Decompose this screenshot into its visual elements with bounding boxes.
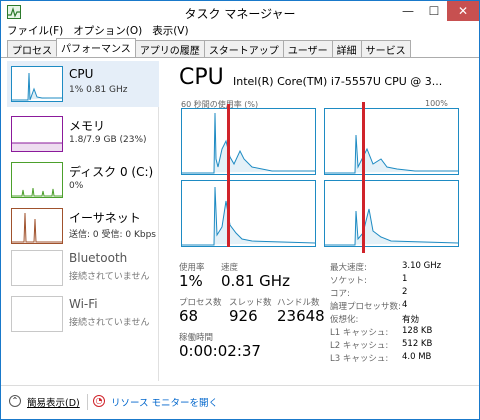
tab-performance[interactable]: パフォーマンス xyxy=(56,38,136,57)
sidebar-item-sub: 1.8/7.9 GB (23%) xyxy=(69,135,147,145)
property-row: L1 キャッシュ: 128 KB xyxy=(330,326,460,338)
tab-users[interactable]: ユーザー xyxy=(282,40,333,57)
memory-graph-icon xyxy=(11,116,63,152)
sidebar-item-label: イーサネット xyxy=(69,211,141,225)
property-key: L3 キャッシュ: xyxy=(330,354,389,364)
property-key: 最大速度: xyxy=(330,263,367,273)
property-value: 2 xyxy=(402,287,408,297)
cpu-core-graph xyxy=(324,108,459,175)
red-marker-line xyxy=(362,102,365,253)
menu-bar: ファイル(F) オプション(O) 表示(V) xyxy=(1,23,479,39)
task-manager-window: タスク マネージャー — ☐ ✕ ファイル(F) オプション(O) 表示(V) … xyxy=(0,0,480,420)
thread-count-value: 926 xyxy=(229,307,258,325)
menu-options[interactable]: オプション(O) xyxy=(73,23,142,39)
property-row: コア: 2 xyxy=(330,287,460,299)
fewer-details-link[interactable]: 簡易表示(D) xyxy=(27,395,80,409)
usage-value: 1% xyxy=(179,272,203,290)
page-title: CPU xyxy=(179,65,224,90)
sidebar-item-sub: 接続されていません xyxy=(69,272,150,282)
property-value: 1 xyxy=(402,274,408,284)
wifi-graph-icon xyxy=(11,296,63,332)
sidebar-item-sub: 接続されていません xyxy=(69,318,150,328)
resource-monitor-icon[interactable]: ◔ xyxy=(93,395,105,407)
disk-graph-icon xyxy=(11,162,63,198)
property-row: ソケット: 1 xyxy=(330,274,460,286)
property-value: 4.0 MB xyxy=(402,352,432,362)
bluetooth-graph-icon xyxy=(11,250,63,286)
property-key: ソケット: xyxy=(330,276,367,286)
sidebar-item-label: Bluetooth xyxy=(69,251,128,265)
sidebar-item-disk[interactable]: ディスク 0 (C:) 0% xyxy=(7,157,159,203)
menu-file[interactable]: ファイル(F) xyxy=(7,23,63,39)
sidebar-item-wifi[interactable]: Wi-Fi 接続されていません xyxy=(7,291,159,337)
sidebar-item-label: ディスク 0 (C:) xyxy=(69,165,154,179)
tab-strip: プロセス パフォーマンス アプリの履歴 スタートアップ ユーザー 詳細 サービス xyxy=(1,38,479,58)
tab-app-history[interactable]: アプリの履歴 xyxy=(134,40,205,57)
property-value: 512 KB xyxy=(402,339,433,349)
property-value: 3.10 GHz xyxy=(402,261,442,271)
footer-bar: ⌃ 簡易表示(D) ◔ リソース モニターを開く xyxy=(1,385,479,419)
property-row: 論理プロセッサ数: 4 xyxy=(330,300,460,312)
minimize-button[interactable]: — xyxy=(395,1,421,21)
footer-divider xyxy=(87,394,88,410)
sidebar-item-bluetooth[interactable]: Bluetooth 接続されていません xyxy=(7,245,159,291)
tab-startup[interactable]: スタートアップ xyxy=(203,40,284,57)
menu-view[interactable]: 表示(V) xyxy=(152,23,188,39)
property-value: 有効 xyxy=(402,315,420,325)
property-key: 論理プロセッサ数: xyxy=(330,302,401,312)
sidebar-item-label: CPU xyxy=(69,67,94,81)
red-marker-line xyxy=(227,104,230,247)
ethernet-graph-icon xyxy=(11,208,63,244)
sidebar-item-sub: 0% xyxy=(69,181,84,191)
tab-details[interactable]: 詳細 xyxy=(331,40,362,57)
property-key: L1 キャッシュ: xyxy=(330,328,389,338)
cpu-model-name: Intel(R) Core(TM) i7-5557U CPU @ 3... xyxy=(233,75,443,88)
property-row: 仮想化: 有効 xyxy=(330,313,460,325)
sidebar-item-label: メモリ xyxy=(69,119,106,133)
cpu-core-graph xyxy=(181,108,316,175)
property-key: L2 キャッシュ: xyxy=(330,341,389,351)
property-row: 最大速度: 3.10 GHz xyxy=(330,261,460,273)
sidebar-item-label: Wi-Fi xyxy=(69,297,98,311)
cpu-graph-icon xyxy=(11,66,63,102)
sidebar-item-memory[interactable]: メモリ 1.8/7.9 GB (23%) xyxy=(7,111,159,157)
property-row: L3 キャッシュ: 4.0 MB xyxy=(330,352,460,364)
cpu-core-graph xyxy=(181,180,316,247)
resource-sidebar: CPU 1% 0.81 GHz メモリ 1.8/7.9 GB (23%) ディス… xyxy=(7,61,159,381)
tab-processes[interactable]: プロセス xyxy=(7,40,57,57)
title-bar: タスク マネージャー — ☐ ✕ xyxy=(1,1,479,23)
property-key: コア: xyxy=(330,289,350,299)
sidebar-item-ethernet[interactable]: イーサネット 送信: 0 受信: 0 Kbps xyxy=(7,203,159,249)
maximize-button[interactable]: ☐ xyxy=(421,1,447,21)
cpu-graph-grid xyxy=(181,108,459,248)
process-count-value: 68 xyxy=(179,307,199,325)
graph-max-label: 100% xyxy=(425,99,448,108)
close-button[interactable]: ✕ xyxy=(447,1,479,21)
speed-value: 0.81 GHz xyxy=(221,272,290,290)
uptime-value: 0:00:02:37 xyxy=(179,342,261,360)
property-value: 4 xyxy=(402,300,408,310)
collapse-icon[interactable]: ⌃ xyxy=(9,395,21,407)
cpu-core-graph xyxy=(324,180,459,247)
property-row: L2 キャッシュ: 512 KB xyxy=(330,339,460,351)
property-key: 仮想化: xyxy=(330,315,359,325)
open-resource-monitor-link[interactable]: リソース モニターを開く xyxy=(111,395,218,409)
sidebar-item-sub: 1% 0.81 GHz xyxy=(69,85,128,95)
sidebar-item-sub: 送信: 0 受信: 0 Kbps xyxy=(69,230,156,240)
sidebar-item-cpu[interactable]: CPU 1% 0.81 GHz xyxy=(7,61,159,107)
tab-services[interactable]: サービス xyxy=(360,40,411,57)
handle-count-value: 23648 xyxy=(277,307,325,325)
property-value: 128 KB xyxy=(402,326,433,336)
